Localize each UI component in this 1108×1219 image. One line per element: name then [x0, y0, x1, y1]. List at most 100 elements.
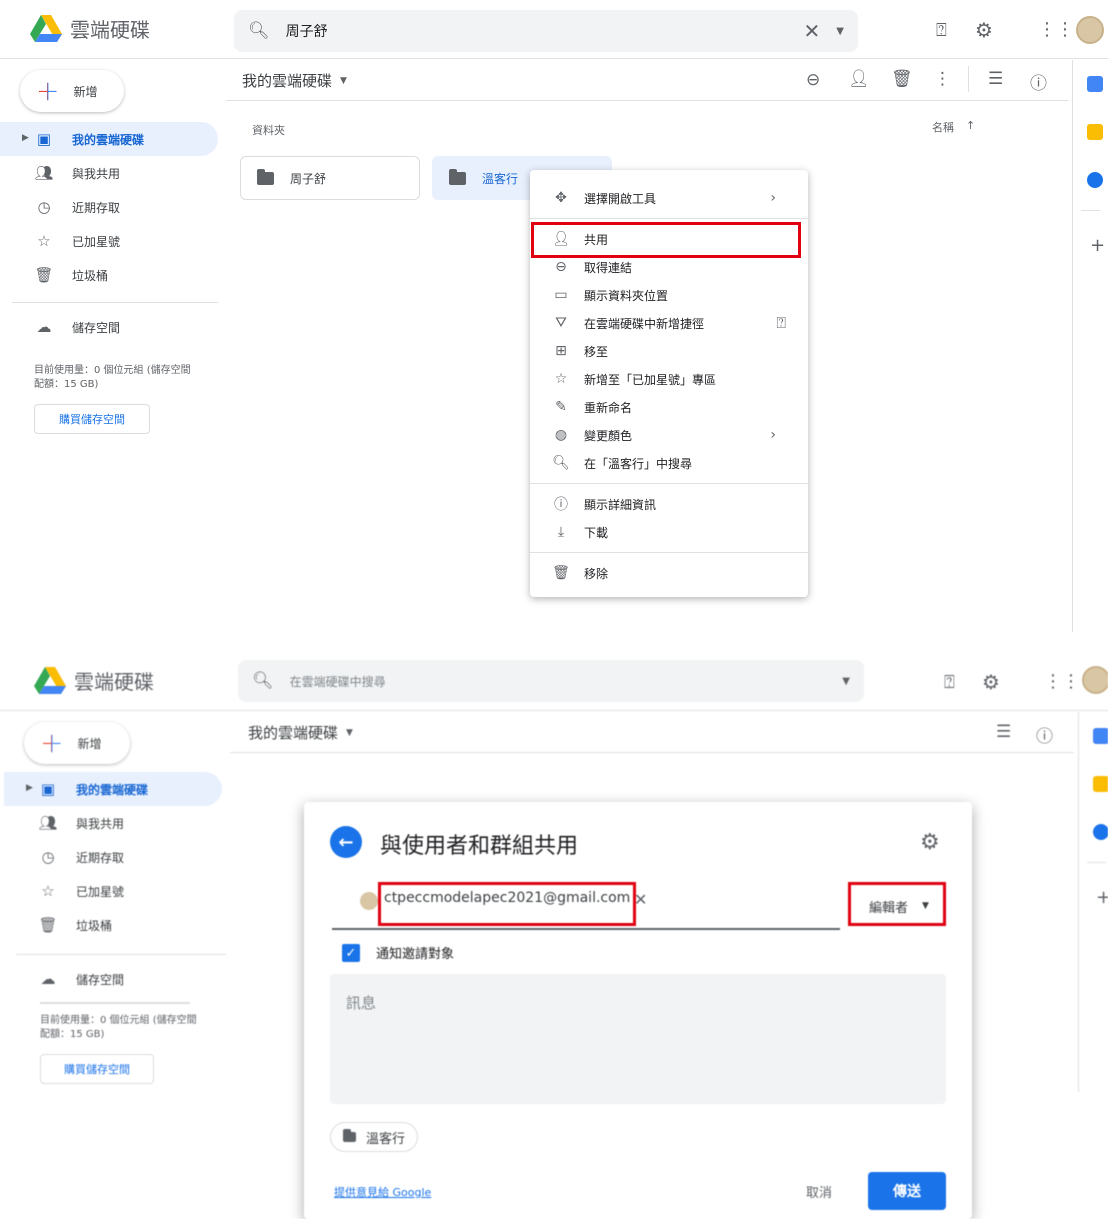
menu-item-remove[interactable]: 🗑︎ 移除 — [530, 559, 808, 587]
folder-chip-label: 溫客行 — [366, 1131, 406, 1147]
search-icon[interactable]: 🔍︎ — [248, 21, 270, 41]
new-button-label: 新增 — [77, 736, 102, 751]
folder-chip[interactable]: 溫客行 — [330, 1122, 419, 1152]
sidebar-item-starred[interactable]: ☆ 已加星號 — [0, 224, 218, 258]
section-label: 資料夾 — [252, 124, 285, 137]
new-button[interactable]: + 新增 — [20, 70, 124, 112]
menu-item-label: 移除 — [584, 566, 609, 581]
sidebar-item-label: 與我共用 — [76, 816, 125, 831]
menu-item-details[interactable]: ⓘ 顯示詳細資訊 — [530, 490, 808, 518]
new-button[interactable]: + 新增 — [24, 722, 130, 764]
menu-item-label: 顯示資料夾位置 — [584, 288, 669, 303]
clear-search-icon[interactable]: ✕ — [804, 19, 821, 43]
shared-icon: 👥︎ — [38, 814, 58, 832]
sidebar-item-label: 我的雲端硬碟 — [72, 132, 145, 147]
tasks-icon[interactable] — [1087, 172, 1103, 188]
send-button[interactable]: 傳送 — [868, 1172, 946, 1210]
trash-icon[interactable]: 🗑︎ — [891, 69, 913, 89]
settings-icon[interactable]: ⚙ — [975, 18, 993, 42]
info-icon[interactable]: ⓘ — [1036, 722, 1053, 747]
search-icon: 🔍︎ — [552, 455, 570, 471]
shared-icon: 👥︎ — [34, 164, 54, 182]
folder-item[interactable]: 周子舒 — [240, 156, 420, 200]
trash-icon: 🗑︎ — [38, 916, 58, 934]
sidebar-item-shared[interactable]: 👥︎ 與我共用 — [0, 156, 218, 190]
sidebar-item-shared[interactable]: 👥︎ 與我共用 — [4, 806, 222, 840]
calendar-icon[interactable] — [1093, 728, 1108, 744]
sidebar-item-trash[interactable]: 🗑︎ 垃圾桶 — [0, 258, 218, 292]
drive-logo[interactable]: 雲端硬碟 — [34, 666, 154, 695]
sidebar-item-trash[interactable]: 🗑︎ 垃圾桶 — [4, 908, 222, 942]
my-drive-icon: ▣ — [40, 780, 56, 798]
sidebar-item-storage[interactable]: ☁︎ 儲存空間 — [0, 310, 218, 344]
expand-caret-icon[interactable]: ▶ — [26, 783, 33, 793]
avatar[interactable] — [1082, 666, 1108, 694]
search-icon[interactable]: 🔍︎ — [252, 671, 274, 691]
breadcrumb[interactable]: 我的雲端硬碟 ▼ — [242, 70, 347, 91]
menu-item-label: 在「溫客行」中搜尋 — [584, 456, 693, 471]
buy-storage-button[interactable]: 購買儲存空間 — [40, 1054, 154, 1084]
menu-item-add-shortcut[interactable]: ⛛ 在雲端硬碟中新增捷徑 ⍰ — [530, 309, 808, 337]
calendar-icon[interactable] — [1087, 76, 1103, 92]
menu-item-search-in-folder[interactable]: 🔍︎ 在「溫客行」中搜尋 — [530, 449, 808, 477]
clock-icon: ◷ — [37, 198, 51, 216]
storage-usage-text: 目前使用量：0 個位元組 (儲存空間配額：15 GB) — [40, 1015, 197, 1040]
add-addon-icon[interactable]: + — [1090, 235, 1108, 256]
sidebar-item-recent[interactable]: ◷ 近期存取 — [0, 190, 218, 224]
palette-icon: ◍ — [554, 427, 568, 443]
cancel-button[interactable]: 取消 — [806, 1182, 832, 1201]
back-arrow-icon[interactable]: ← — [330, 826, 362, 858]
settings-icon[interactable]: ⚙ — [982, 670, 1000, 694]
avatar[interactable] — [1076, 16, 1104, 44]
help-icon[interactable]: ⍰ — [936, 20, 947, 41]
keep-icon[interactable] — [1087, 124, 1103, 140]
help-icon[interactable]: ⍰ — [776, 313, 786, 333]
help-icon[interactable]: ⍰ — [944, 672, 955, 693]
clock-icon: ◷ — [41, 848, 55, 866]
link-icon[interactable]: ⊖ — [806, 70, 820, 90]
list-view-icon[interactable]: ☰ — [988, 69, 1003, 89]
menu-item-show-location[interactable]: ▭ 顯示資料夾位置 — [530, 281, 808, 309]
search-input[interactable]: 在雲端硬碟中搜尋 — [290, 673, 827, 690]
menu-item-rename[interactable]: ✎ 重新命名 — [530, 393, 808, 421]
menu-item-move[interactable]: ⊞ 移至 — [530, 337, 808, 365]
share-person-icon[interactable]: 👤︎ — [848, 69, 870, 89]
menu-item-label: 重新命名 — [584, 400, 633, 415]
list-view-icon[interactable]: ☰ — [996, 722, 1011, 742]
menu-item-change-color[interactable]: ◍ 變更顏色 › — [530, 421, 808, 449]
sidebar-item-label: 垃圾桶 — [76, 918, 113, 933]
search-options-icon[interactable]: ▼ — [842, 676, 850, 687]
menu-item-open-with[interactable]: ✥ 選擇開啟工具 › — [530, 184, 808, 212]
menu-item-label: 新增至「已加星號」專區 — [584, 372, 717, 387]
add-shortcut-icon: ⛛ — [555, 315, 567, 331]
expand-caret-icon[interactable]: ▶ — [22, 133, 29, 143]
keep-icon[interactable] — [1093, 776, 1108, 792]
notify-checkbox[interactable]: ✓ — [342, 944, 360, 962]
add-addon-icon[interactable]: + — [1096, 887, 1108, 908]
sidebar-item-my-drive[interactable]: ▣ 我的雲端硬碟 — [0, 122, 218, 156]
sidebar-item-storage[interactable]: ☁︎ 儲存空間 — [4, 962, 222, 996]
info-icon[interactable]: ⓘ — [1030, 69, 1047, 94]
menu-item-download[interactable]: ⤓ 下載 — [530, 518, 808, 546]
search-bar[interactable]: 🔍︎ 在雲端硬碟中搜尋 ▼ — [238, 660, 864, 702]
search-bar[interactable]: 🔍︎ 周子舒 ✕ ▼ — [234, 10, 858, 52]
tasks-icon[interactable] — [1093, 824, 1108, 840]
storage-bar — [40, 1002, 190, 1004]
breadcrumb[interactable]: 我的雲端硬碟 ▼ — [248, 722, 353, 743]
message-textarea[interactable]: 訊息 — [330, 974, 946, 1104]
menu-item-add-star[interactable]: ☆ 新增至「已加星號」專區 — [530, 365, 808, 393]
feedback-link[interactable]: 提供意見給 Google — [334, 1184, 431, 1200]
sidebar-item-my-drive[interactable]: ▣ 我的雲端硬碟 — [4, 772, 222, 806]
search-input[interactable]: 周子舒 — [286, 21, 788, 41]
sidebar-item-starred[interactable]: ☆ 已加星號 — [4, 874, 222, 908]
remove-recipient-icon[interactable]: ✕ — [634, 890, 647, 909]
sidebar-item-label: 近期存取 — [72, 200, 121, 215]
sidebar-item-recent[interactable]: ◷ 近期存取 — [4, 840, 222, 874]
app-title: 雲端硬碟 — [74, 670, 154, 694]
settings-icon[interactable]: ⚙ — [920, 830, 940, 855]
more-vert-icon[interactable]: ⋮ — [934, 69, 951, 89]
sort-control[interactable]: 名稱 ↑ — [932, 119, 975, 135]
buy-storage-button[interactable]: 購買儲存空間 — [34, 404, 150, 434]
drive-logo[interactable]: 雲端硬碟 — [30, 14, 150, 43]
search-options-icon[interactable]: ▼ — [836, 26, 844, 37]
